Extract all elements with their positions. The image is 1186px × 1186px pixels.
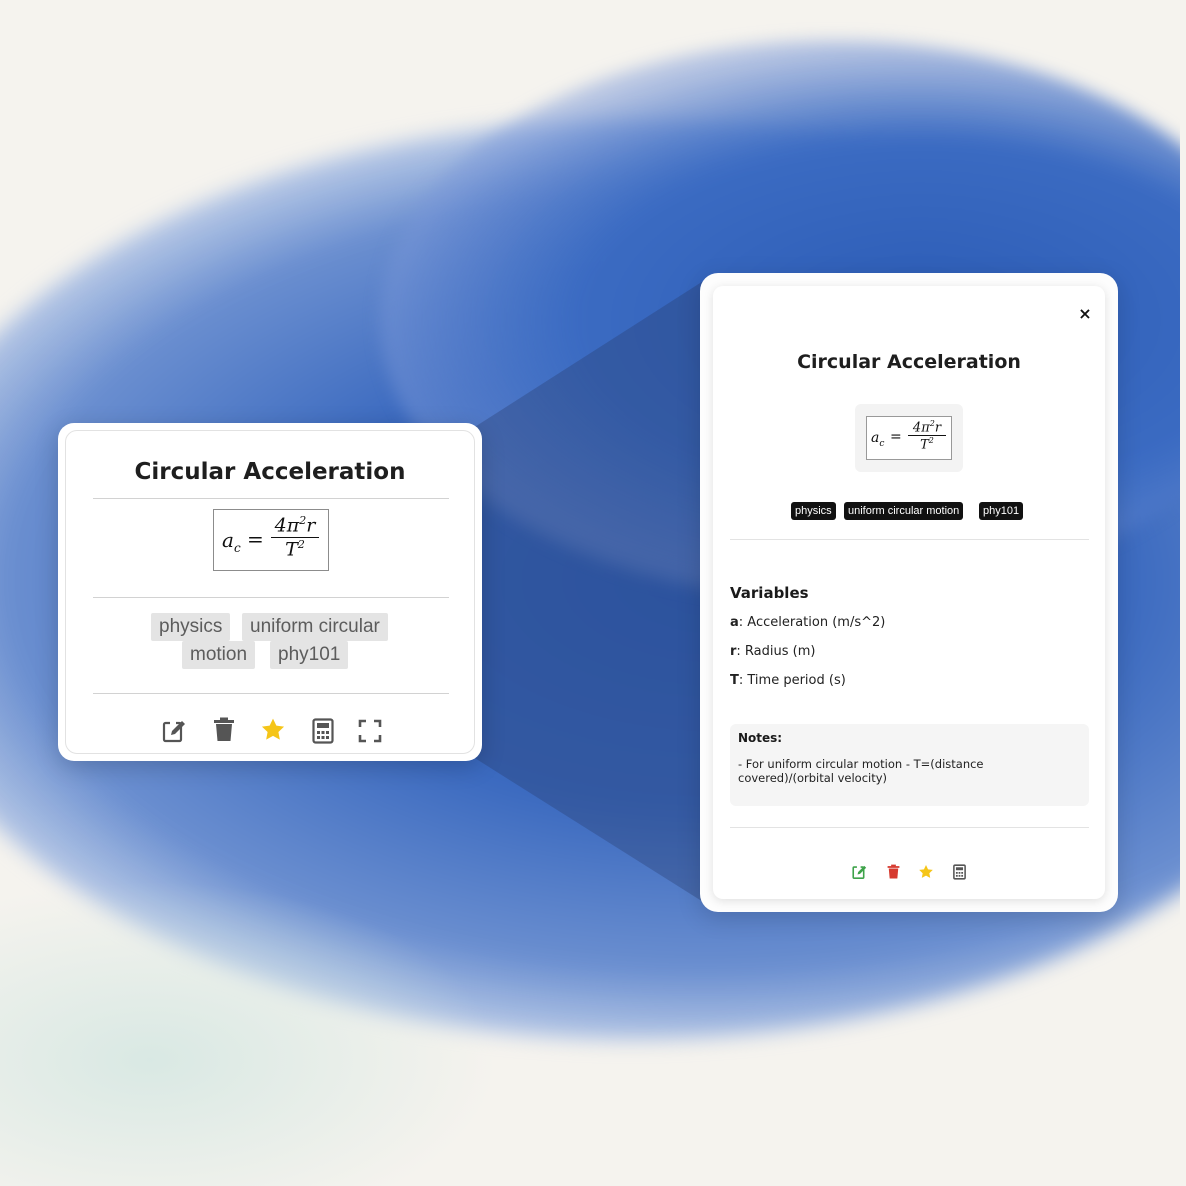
formula-numerator: 4π (912, 420, 930, 436)
formula-display: ac = 4π2r T2 (866, 416, 952, 460)
notes-heading: Notes: (738, 731, 783, 745)
formula-denominator: T (920, 437, 929, 453)
divider (93, 597, 449, 598)
formula-detail-modal: × Circular Acceleration ac = 4π2r T2 phy… (700, 273, 1118, 912)
variable-description: : Time period (s) (738, 673, 846, 688)
fullscreen-icon[interactable] (358, 719, 382, 743)
modal-title: Circular Acceleration (797, 351, 1021, 373)
notes-box: Notes: - For uniform circular motion - T… (730, 724, 1089, 806)
formula-numerator-tail: r (306, 514, 316, 537)
tag-chip[interactable]: motion (182, 641, 256, 669)
formula-lhs: a (222, 528, 234, 552)
variable-description: : Radius (m) (736, 644, 816, 659)
card-actions (66, 717, 474, 748)
variable-description: : Acceleration (m/s^2) (738, 615, 886, 630)
calculator-icon[interactable] (953, 864, 966, 880)
notes-text: - For uniform circular motion - T=(dista… (738, 757, 984, 785)
star-icon[interactable] (918, 864, 934, 880)
tag-chip[interactable]: uniform circular (242, 613, 388, 641)
close-button[interactable]: × (1075, 304, 1095, 324)
card-title: Circular Acceleration (134, 459, 406, 485)
edit-icon[interactable] (162, 718, 188, 744)
tag-chip[interactable]: uniform circular motion (844, 502, 964, 520)
variable-symbol: T (730, 673, 739, 688)
formula-fraction: 4π2r T2 (908, 419, 946, 453)
tag-chip[interactable]: phy101 (270, 641, 349, 669)
variables-heading: Variables (730, 584, 809, 602)
tag-chip[interactable]: physics (791, 502, 836, 520)
formula-lhs-sub: c (233, 541, 241, 555)
star-icon[interactable] (260, 717, 286, 743)
tag-chip[interactable]: physics (151, 613, 231, 641)
tag-chip[interactable]: phy101 (979, 502, 1024, 520)
formula-display: ac = 4π2r T2 (213, 509, 329, 571)
formula-denominator-sup: 2 (297, 538, 305, 552)
formula-card[interactable]: Circular Acceleration ac = 4π2r T2 physi… (58, 423, 482, 761)
calculator-icon[interactable] (312, 718, 334, 744)
divider (730, 539, 1089, 540)
formula-fraction: 4π2r T2 (271, 514, 319, 561)
formula-panel: ac = 4π2r T2 (855, 404, 963, 472)
divider (93, 498, 449, 499)
divider (93, 693, 449, 694)
divider (730, 827, 1089, 828)
formula-denominator-sup: 2 (928, 436, 934, 446)
formula-numerator-tail: r (934, 420, 942, 436)
trash-icon[interactable] (887, 864, 900, 880)
variable-symbol: a (730, 615, 739, 630)
variable-row: r: Radius (m) (730, 644, 815, 659)
formula-equals: = (247, 527, 264, 551)
variable-row: a: Acceleration (m/s^2) (730, 615, 885, 630)
formula-denominator: T (285, 538, 298, 561)
formula-lhs-sub: c (879, 438, 885, 449)
formula-equals: = (890, 429, 902, 445)
edit-icon[interactable] (852, 864, 868, 880)
trash-icon[interactable] (213, 717, 235, 743)
variable-row: T: Time period (s) (730, 673, 846, 688)
formula-numerator: 4π (274, 514, 300, 537)
